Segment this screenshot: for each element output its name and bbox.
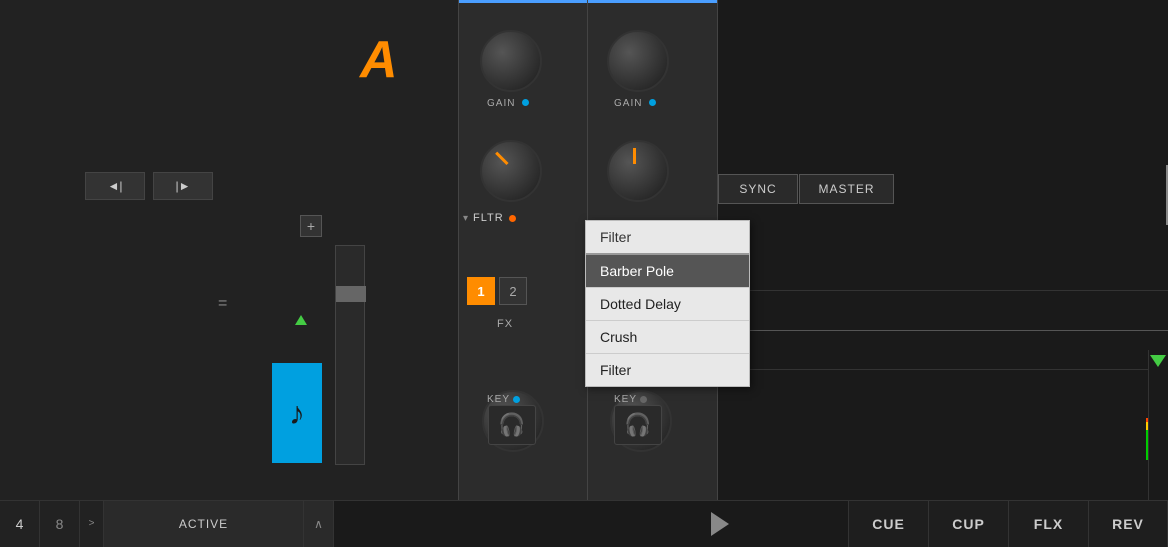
volume-slider-track[interactable] — [335, 245, 365, 465]
transport-controls: ◄| |► — [85, 172, 213, 200]
dropdown-item-filter[interactable]: Filter — [586, 354, 749, 386]
music-note-icon: ♪ — [289, 395, 305, 432]
headphone-right[interactable]: 🎧 — [614, 405, 662, 445]
gain-knob-left[interactable] — [480, 30, 542, 92]
top-area: A ◄| |► + = - ♪ GAIN — [0, 0, 1168, 500]
gain-dot-left — [522, 99, 529, 106]
play-triangle-icon — [711, 512, 729, 536]
headphone-icon-right: 🎧 — [624, 412, 651, 438]
key-text-right: KEY — [614, 394, 637, 405]
waveform-center-line — [718, 330, 1168, 331]
master-button[interactable]: MASTER — [799, 174, 894, 204]
cup-button[interactable]: CUP — [928, 501, 1008, 547]
flx-button[interactable]: FLX — [1008, 501, 1088, 547]
play-button-area[interactable] — [591, 501, 848, 547]
chevron-button[interactable]: > — [80, 501, 104, 547]
right-edge — [1148, 350, 1168, 500]
gain-knob-right[interactable] — [607, 30, 669, 92]
fltr-row[interactable]: ▾ FLTR — [463, 212, 516, 224]
headphone-left[interactable]: 🎧 — [488, 405, 536, 445]
filter-knob-right[interactable] — [607, 140, 669, 202]
prev-button[interactable]: ◄| — [85, 172, 145, 200]
gain-label-right: GAIN — [614, 98, 656, 109]
key-label-right-container: KEY — [614, 394, 647, 405]
filter-marker-right — [633, 148, 636, 164]
sync-master-row: SYNC MASTER — [718, 174, 894, 204]
fx-button-2[interactable]: 2 — [499, 277, 527, 305]
transport-right: CUE CUP FLX REV — [848, 501, 1168, 547]
channel-top-indicator — [459, 0, 587, 3]
green-right-indicator — [1150, 355, 1166, 367]
deck-a-letter: A — [360, 30, 398, 90]
fltr-label: FLTR — [473, 212, 504, 224]
up-button[interactable]: ∧ — [304, 501, 334, 547]
dropdown-item-crush[interactable]: Crush — [586, 321, 749, 354]
waveform-area — [718, 290, 1168, 370]
key-text-left: KEY — [487, 394, 510, 405]
channel-right-top-indicator — [588, 0, 717, 3]
dropdown-item-filter-header[interactable]: Filter — [586, 221, 749, 255]
fltr-dot — [509, 215, 516, 222]
bottom-num-8[interactable]: 8 — [40, 501, 80, 547]
bottom-bar: 4 8 > ACTIVE ∧ CUE CUP FLX REV — [0, 500, 1168, 546]
key-label-left-container: KEY — [487, 394, 520, 405]
dropdown-item-dotted-delay[interactable]: Dotted Delay — [586, 288, 749, 321]
gain-label-left: GAIN — [487, 98, 529, 109]
green-indicator — [295, 315, 307, 325]
plus-button[interactable]: + — [300, 215, 322, 237]
key-dot-right — [640, 396, 647, 403]
main-container: A ◄| |► + = - ♪ GAIN — [0, 0, 1168, 546]
rev-button[interactable]: REV — [1088, 501, 1168, 547]
note-box[interactable]: ♪ — [272, 363, 322, 463]
volume-slider-handle[interactable] — [336, 286, 366, 302]
headphone-icon-left: 🎧 — [498, 412, 525, 438]
dropdown-item-barber-pole[interactable]: Barber Pole — [586, 255, 749, 288]
fx-label: FX — [497, 318, 513, 330]
active-button[interactable]: ACTIVE — [104, 501, 304, 547]
dropdown-menu[interactable]: Filter Barber Pole Dotted Delay Crush Fi… — [585, 220, 750, 387]
equals-sign: = — [218, 295, 227, 313]
fx-button-1[interactable]: 1 — [467, 277, 495, 305]
fltr-chevron-icon: ▾ — [463, 213, 468, 224]
sync-button[interactable]: SYNC — [718, 174, 798, 204]
gain-dot-right — [649, 99, 656, 106]
key-dot-left — [513, 396, 520, 403]
bottom-num-4[interactable]: 4 — [0, 501, 40, 547]
next-button[interactable]: |► — [153, 172, 213, 200]
filter-knob-left[interactable] — [480, 140, 542, 202]
cue-button[interactable]: CUE — [848, 501, 928, 547]
